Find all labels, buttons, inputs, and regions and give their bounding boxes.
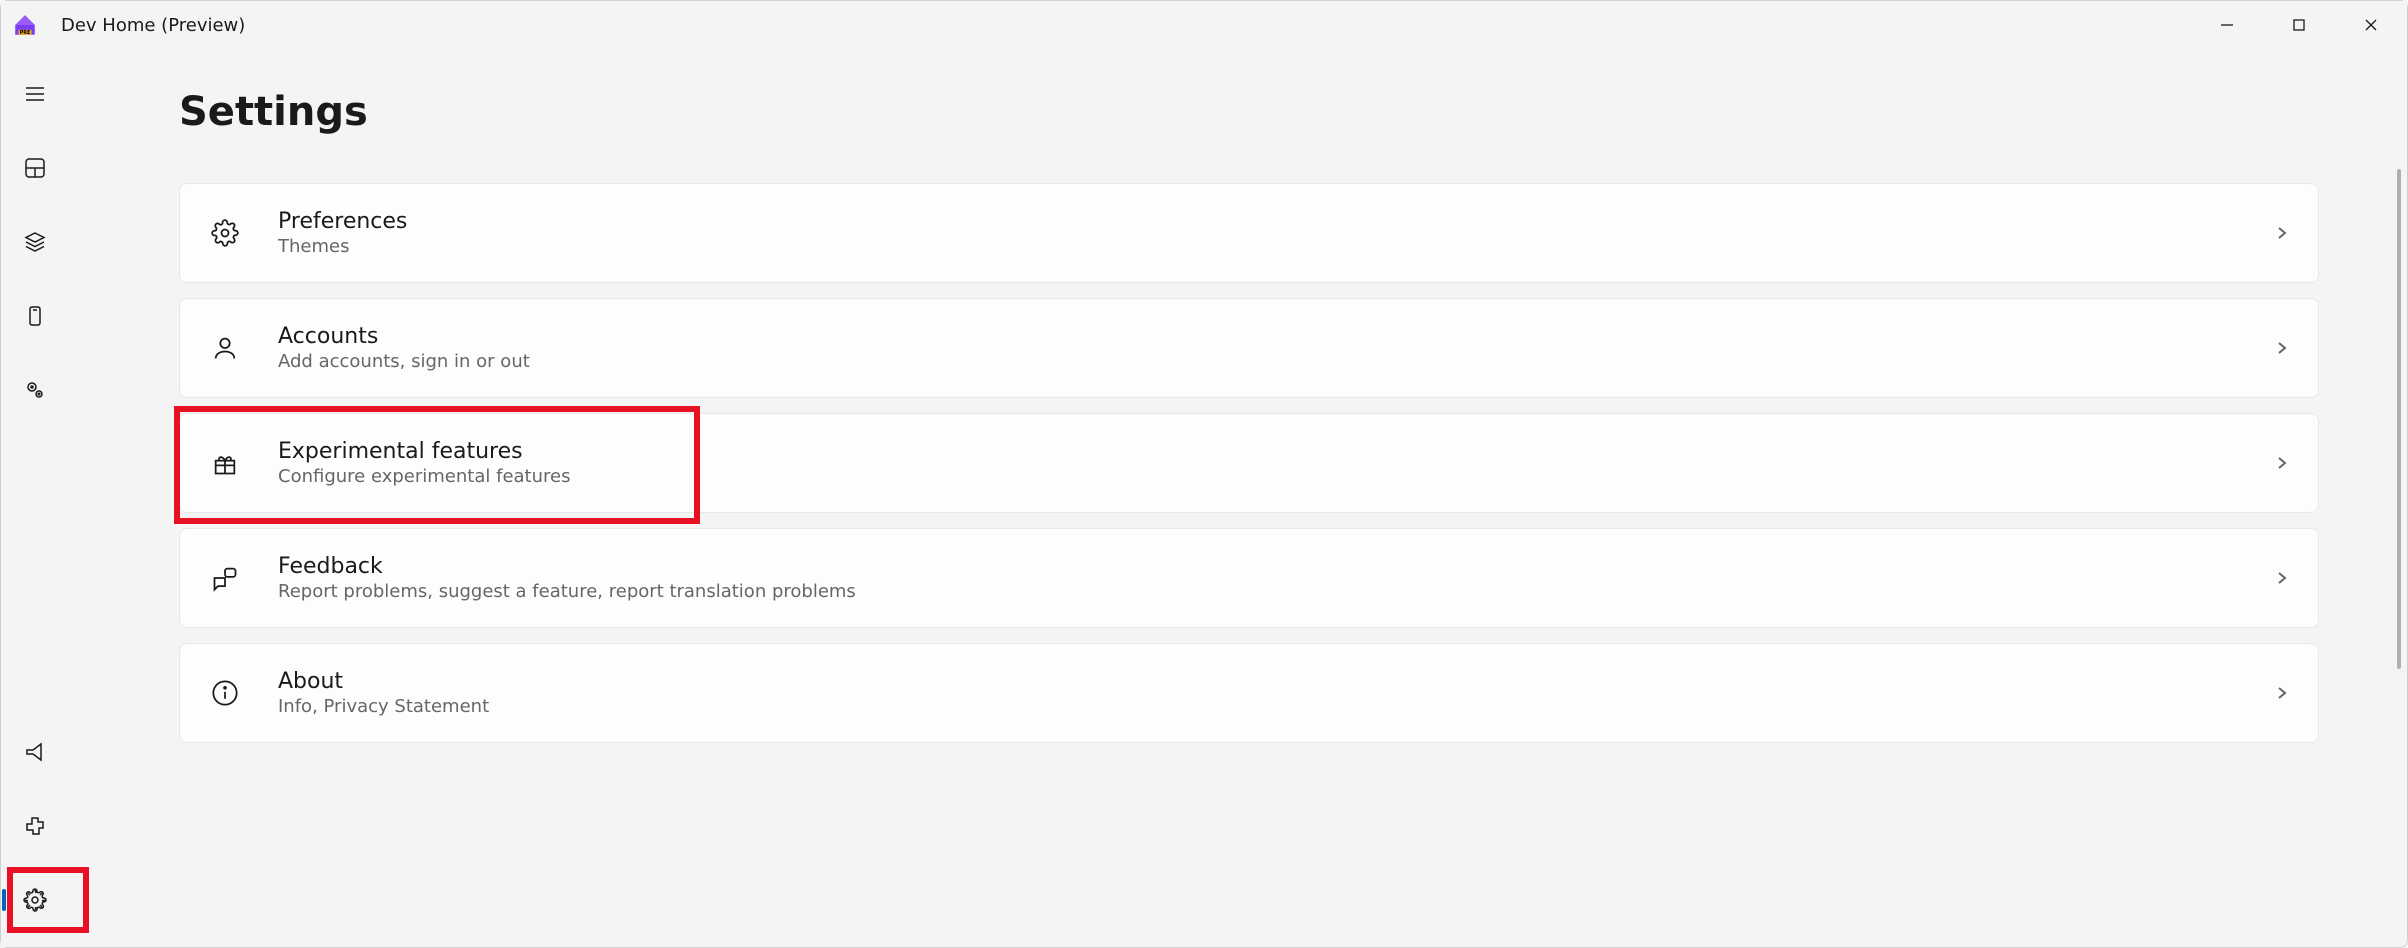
nav-dashboard[interactable] (5, 141, 65, 195)
card-title: Preferences (278, 209, 2274, 234)
close-button[interactable] (2335, 1, 2407, 49)
app-window: PRE Dev Home (Preview) (0, 0, 2408, 948)
card-text: Experimental features Configure experime… (278, 439, 2274, 487)
settings-item-about[interactable]: About Info, Privacy Statement (179, 643, 2319, 743)
app-title: Dev Home (Preview) (61, 15, 245, 36)
card-subtitle: Info, Privacy Statement (278, 696, 2274, 717)
card-title: Feedback (278, 554, 2274, 579)
nav-settings[interactable] (5, 873, 65, 927)
card-title: About (278, 669, 2274, 694)
minimize-button[interactable] (2191, 1, 2263, 49)
card-text: Feedback Report problems, suggest a feat… (278, 554, 2274, 602)
settings-item-preferences[interactable]: Preferences Themes (179, 183, 2319, 283)
card-text: Preferences Themes (278, 209, 2274, 257)
maximize-button[interactable] (2263, 1, 2335, 49)
feedback-icon (208, 561, 242, 595)
titlebar: PRE Dev Home (Preview) (1, 1, 2407, 49)
info-icon (208, 676, 242, 710)
nav-extensions[interactable] (5, 799, 65, 853)
svg-text:PRE: PRE (20, 30, 31, 36)
annotation-highlight (7, 867, 89, 933)
card-text: Accounts Add accounts, sign in or out (278, 324, 2274, 372)
card-subtitle: Add accounts, sign in or out (278, 351, 2274, 372)
settings-item-feedback[interactable]: Feedback Report problems, suggest a feat… (179, 528, 2319, 628)
card-subtitle: Report problems, suggest a feature, repo… (278, 581, 2274, 602)
sidebar (1, 49, 79, 947)
app-icon: PRE (1, 1, 49, 49)
window-controls (2191, 1, 2407, 49)
page-title: Settings (179, 89, 2347, 135)
card-title: Experimental features (278, 439, 2274, 464)
card-text: About Info, Privacy Statement (278, 669, 2274, 717)
person-icon (208, 331, 242, 365)
settings-item-accounts[interactable]: Accounts Add accounts, sign in or out (179, 298, 2319, 398)
settings-item-experimental[interactable]: Experimental features Configure experime… (179, 413, 2319, 513)
card-subtitle: Themes (278, 236, 2274, 257)
card-title: Accounts (278, 324, 2274, 349)
chevron-right-icon (2274, 455, 2290, 471)
scrollbar-thumb[interactable] (2397, 169, 2401, 669)
nav-menu-toggle[interactable] (5, 67, 65, 121)
nav-whats-new[interactable] (5, 725, 65, 779)
card-subtitle: Configure experimental features (278, 466, 2274, 487)
gift-icon (208, 446, 242, 480)
chevron-right-icon (2274, 685, 2290, 701)
chevron-right-icon (2274, 570, 2290, 586)
nav-machine-config[interactable] (5, 215, 65, 269)
body-area: Settings Preferences Themes (1, 49, 2407, 947)
nav-utilities[interactable] (5, 363, 65, 417)
main-content: Settings Preferences Themes (79, 49, 2407, 947)
chevron-right-icon (2274, 225, 2290, 241)
nav-device[interactable] (5, 289, 65, 343)
gear-icon (208, 216, 242, 250)
chevron-right-icon (2274, 340, 2290, 356)
settings-list: Preferences Themes Accounts Add accounts… (179, 183, 2347, 743)
